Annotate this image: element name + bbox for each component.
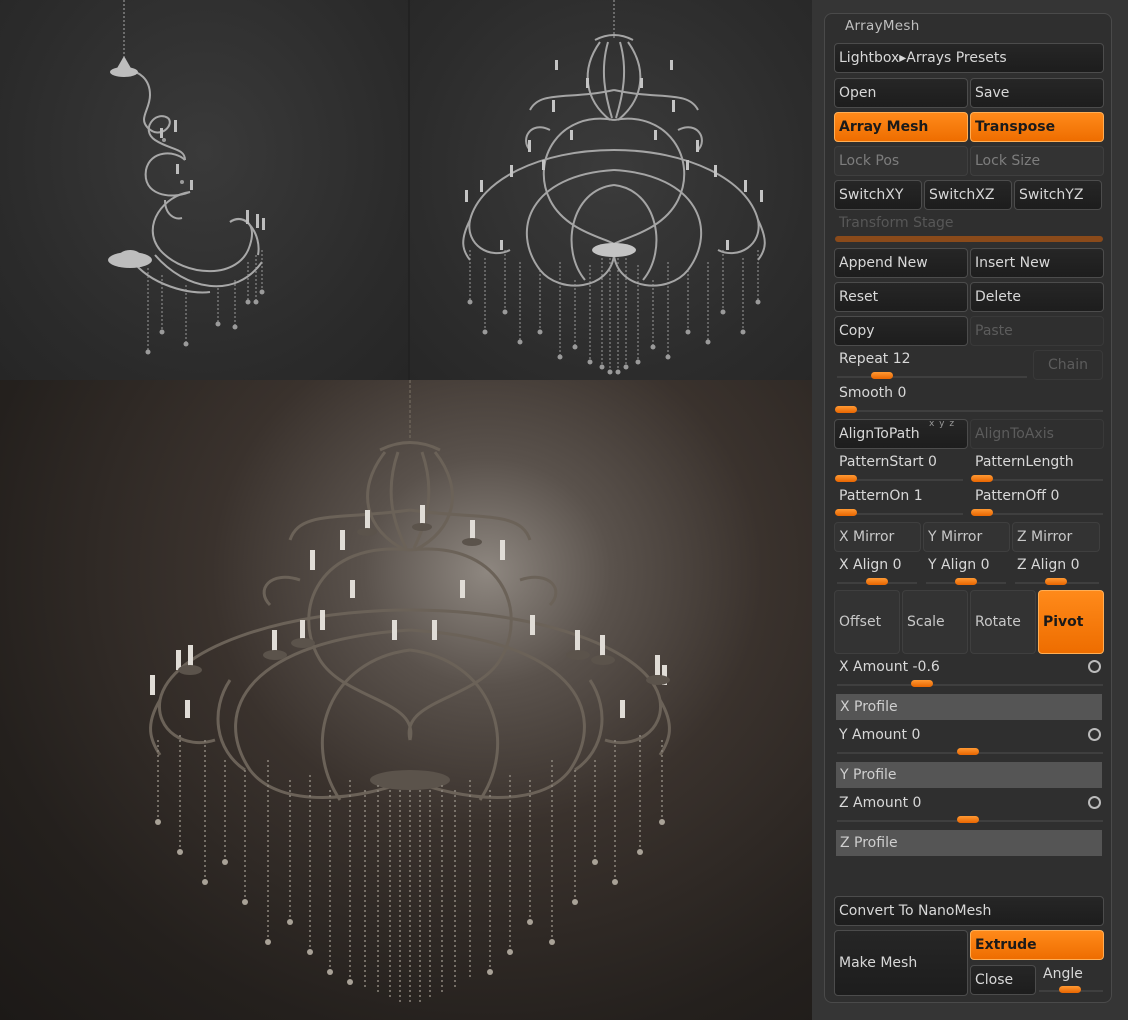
y-amount-thumb[interactable] (957, 748, 979, 755)
x-amount-thumb[interactable] (911, 680, 933, 687)
pattern-length-label: PatternLength (975, 454, 1074, 470)
panel-title: ArrayMesh (845, 18, 920, 34)
x-align-thumb[interactable] (866, 578, 888, 585)
lock-size-button[interactable]: Lock Size (970, 146, 1104, 176)
z-mirror-button[interactable]: Z Mirror (1012, 522, 1100, 552)
z-profile-curve[interactable]: Z Profile (836, 830, 1102, 856)
lock-pos-button[interactable]: Lock Pos (834, 146, 968, 176)
y-align-thumb[interactable] (955, 578, 977, 585)
chandelier-model-rendered (149, 380, 671, 1005)
transform-stage-label: Transform Stage (839, 215, 954, 231)
chain-button[interactable]: Chain (1033, 350, 1103, 380)
close-button[interactable]: Close (970, 965, 1036, 995)
pattern-on-thumb[interactable] (835, 509, 857, 516)
repeat-slider-track[interactable] (837, 376, 1027, 378)
offset-button[interactable]: Offset (834, 590, 900, 654)
y-amount-curve-icon[interactable] (1088, 728, 1101, 741)
switch-xy-button[interactable]: SwitchXY (834, 180, 922, 210)
x-align-label: X Align 0 (839, 557, 902, 573)
paste-button[interactable]: Paste (970, 316, 1104, 346)
open-button[interactable]: Open (834, 78, 968, 108)
x-amount-label: X Amount -0.6 (839, 659, 940, 675)
z-align-label: Z Align 0 (1017, 557, 1080, 573)
align-to-axis-button[interactable]: AlignToAxis (970, 419, 1104, 449)
arraymesh-panel: ArrayMesh Lightbox▸Arrays Presets Open S… (824, 13, 1112, 1003)
switch-yz-button[interactable]: SwitchYZ (1014, 180, 1102, 210)
transform-stage-slider[interactable] (835, 236, 1103, 242)
pattern-start-label: PatternStart 0 (839, 454, 937, 470)
viewport-wireframe-preview[interactable] (408, 0, 814, 380)
copy-button[interactable]: Copy (834, 316, 968, 346)
z-amount-thumb[interactable] (957, 816, 979, 823)
x-mirror-button[interactable]: X Mirror (834, 522, 921, 552)
smooth-slider-label: Smooth 0 (839, 385, 907, 401)
y-align-label: Y Align 0 (928, 557, 990, 573)
pattern-start-thumb[interactable] (835, 475, 857, 482)
z-align-thumb[interactable] (1045, 578, 1067, 585)
save-button[interactable]: Save (970, 78, 1104, 108)
array-mesh-button[interactable]: Array Mesh (834, 112, 968, 142)
repeat-slider-label: Repeat 12 (839, 351, 911, 367)
x-amount-curve-icon[interactable] (1088, 660, 1101, 673)
angle-slider-label: Angle (1043, 966, 1083, 982)
reset-button[interactable]: Reset (834, 282, 968, 312)
lightbox-arrays-presets-button[interactable]: Lightbox▸Arrays Presets (834, 43, 1104, 73)
z-amount-label: Z Amount 0 (839, 795, 922, 811)
align-axis-indicator: x y z (929, 419, 956, 429)
y-mirror-button[interactable]: Y Mirror (923, 522, 1010, 552)
chandelier-model-grey (462, 0, 766, 375)
rotate-button[interactable]: Rotate (970, 590, 1036, 654)
scale-button[interactable]: Scale (902, 590, 968, 654)
pattern-on-label: PatternOn 1 (839, 488, 923, 504)
repeat-slider-thumb[interactable] (871, 372, 893, 379)
viewport-render[interactable] (0, 380, 812, 1020)
chandelier-arm-model (108, 0, 265, 355)
z-amount-curve-icon[interactable] (1088, 796, 1101, 809)
insert-new-button[interactable]: Insert New (970, 248, 1104, 278)
pattern-off-label: PatternOff 0 (975, 488, 1060, 504)
transpose-button[interactable]: Transpose (970, 112, 1104, 142)
switch-xz-button[interactable]: SwitchXZ (924, 180, 1012, 210)
y-amount-label: Y Amount 0 (839, 727, 921, 743)
pattern-length-thumb[interactable] (971, 475, 993, 482)
delete-button[interactable]: Delete (970, 282, 1104, 312)
y-profile-curve[interactable]: Y Profile (836, 762, 1102, 788)
x-profile-curve[interactable]: X Profile (836, 694, 1102, 720)
x-amount-track[interactable] (837, 684, 1103, 686)
pivot-button[interactable]: Pivot (1038, 590, 1104, 654)
make-mesh-button[interactable]: Make Mesh (834, 930, 968, 996)
viewport-arm-preview[interactable] (0, 0, 408, 380)
extrude-button[interactable]: Extrude (970, 930, 1104, 960)
smooth-slider-track[interactable] (837, 410, 1103, 412)
pattern-off-thumb[interactable] (971, 509, 993, 516)
smooth-slider-thumb[interactable] (835, 406, 857, 413)
angle-slider-thumb[interactable] (1059, 986, 1081, 993)
append-new-button[interactable]: Append New (834, 248, 968, 278)
convert-to-nanomesh-button[interactable]: Convert To NanoMesh (834, 896, 1104, 926)
